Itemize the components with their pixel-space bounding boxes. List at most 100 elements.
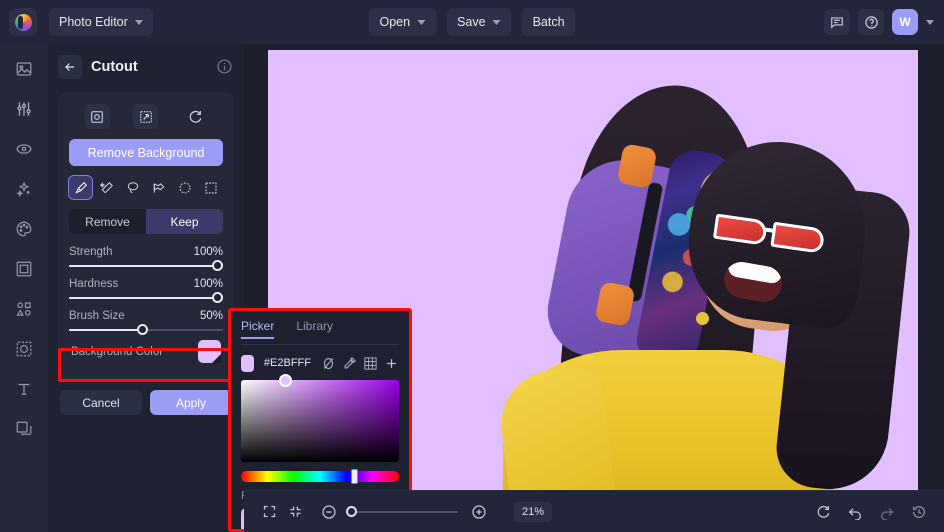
account-chevron-down-icon[interactable] [926,20,934,25]
zoom-in-icon [471,504,487,520]
hue-slider[interactable] [241,471,399,482]
history-button[interactable] [906,499,932,525]
info-button[interactable] [216,58,234,76]
sidebar-item-layers[interactable] [11,416,37,442]
chevron-down-icon [493,20,501,25]
saturation-value-knob[interactable] [279,374,292,387]
remove-mode-label: Remove [85,215,130,229]
feedback-button[interactable] [824,9,850,35]
hex-row: #E2BFFF [241,354,399,372]
sidebar-item-cutout[interactable] [11,336,37,362]
cutout-panel: Cutout [48,44,244,532]
tab-picker-label: Picker [241,319,274,333]
brush-size-slider-block: Brush Size 50% [69,310,223,331]
open-button[interactable]: Open [368,8,436,36]
palette-grid-button[interactable] [363,356,378,371]
magic-wand-tool-button[interactable] [95,176,118,199]
polygon-lasso-tool-icon [152,181,166,195]
keep-mode-button[interactable]: Keep [146,209,223,234]
saturation-value-field[interactable] [241,380,399,462]
cutout-icon [15,340,33,358]
avatar[interactable]: W [892,9,918,35]
center-actions: Open Save Batch [368,8,575,36]
sidebar-item-text[interactable] [11,376,37,402]
sidebar-item-frame[interactable] [11,256,37,282]
undo-button[interactable] [842,499,868,525]
history-controls [810,499,932,525]
photo-editor-window: Photo Editor Open Save Batch [0,0,944,532]
hue-slider-knob[interactable] [351,469,358,484]
cancel-button[interactable]: Cancel [60,390,142,415]
strength-slider-knob[interactable] [212,260,223,271]
hex-input[interactable]: #E2BFFF [260,354,315,372]
batch-button[interactable]: Batch [522,8,576,36]
rectangle-select-tool-icon [204,181,218,195]
text-icon [15,380,33,398]
top-toolbar: Photo Editor Open Save Batch [0,0,944,44]
ellipse-select-tool-icon [178,181,192,195]
manual-cutout-button[interactable] [133,104,158,129]
cancel-label: Cancel [82,396,119,410]
sidebar-item-color[interactable] [11,216,37,242]
fit-screen-icon [262,504,277,519]
color-palette-icon [15,220,33,238]
zoom-in-button[interactable] [466,499,492,525]
background-color-row[interactable]: Background Color [69,333,223,370]
effects-sparkle-icon [15,180,33,198]
zoom-level-value[interactable]: 21% [514,502,552,522]
actual-size-button[interactable] [282,499,308,525]
brush-size-slider-knob[interactable] [137,324,148,335]
apply-button[interactable]: Apply [150,390,232,415]
zoom-out-button[interactable] [316,499,342,525]
no-color-button[interactable] [321,356,336,371]
subject-select-icon [90,110,104,124]
zoom-slider-track[interactable] [350,511,458,513]
current-color-swatch[interactable] [241,355,254,372]
sidebar-item-adjust[interactable] [11,96,37,122]
reset-button[interactable] [810,499,836,525]
add-color-icon [384,356,399,371]
strength-slider-track[interactable] [69,265,223,267]
remove-background-button[interactable]: Remove Background [69,139,223,166]
hardness-slider-track[interactable] [69,297,223,299]
sidebar-item-effects[interactable] [11,176,37,202]
back-button[interactable] [58,55,82,79]
tab-library[interactable]: Library [296,319,333,338]
brush-tool-button[interactable] [69,176,92,199]
keep-mode-label: Keep [170,215,198,229]
subject-select-button[interactable] [85,104,110,129]
cutout-mode-row [69,102,223,139]
sidebar-item-image[interactable] [11,56,37,82]
palette-grid-icon [363,356,378,371]
tab-picker[interactable]: Picker [241,319,274,338]
add-color-button[interactable] [384,356,399,371]
background-color-swatch-button[interactable] [198,340,221,363]
shapes-icon [15,300,33,318]
hardness-label: Hardness [69,278,118,290]
brush-size-slider-track[interactable] [69,329,223,331]
reset-rotate-icon [815,504,831,520]
sidebar-item-retouch[interactable] [11,136,37,162]
polygon-lasso-tool-button[interactable] [148,176,171,199]
app-logo-icon [15,14,32,31]
app-menu-button[interactable]: Photo Editor [49,8,153,36]
zoom-slider-knob[interactable] [346,506,357,517]
collapse-screen-icon [288,504,303,519]
info-circle-icon [216,58,233,75]
help-button[interactable] [858,9,884,35]
lasso-tool-button[interactable] [121,176,144,199]
redo-button[interactable] [874,499,900,525]
rectangle-select-tool-button[interactable] [200,176,223,199]
right-actions: W [824,9,934,35]
sidebar-item-shapes[interactable] [11,296,37,322]
fit-screen-button[interactable] [256,499,282,525]
no-color-icon [321,356,336,371]
eyedropper-button[interactable] [342,356,357,371]
save-button[interactable]: Save [446,8,512,36]
panel-header: Cutout [48,48,244,86]
remove-mode-button[interactable]: Remove [69,209,146,234]
hardness-slider-knob[interactable] [212,292,223,303]
reset-cutout-button[interactable] [182,104,207,129]
ellipse-select-tool-button[interactable] [174,176,197,199]
app-logo-button[interactable] [9,8,37,36]
